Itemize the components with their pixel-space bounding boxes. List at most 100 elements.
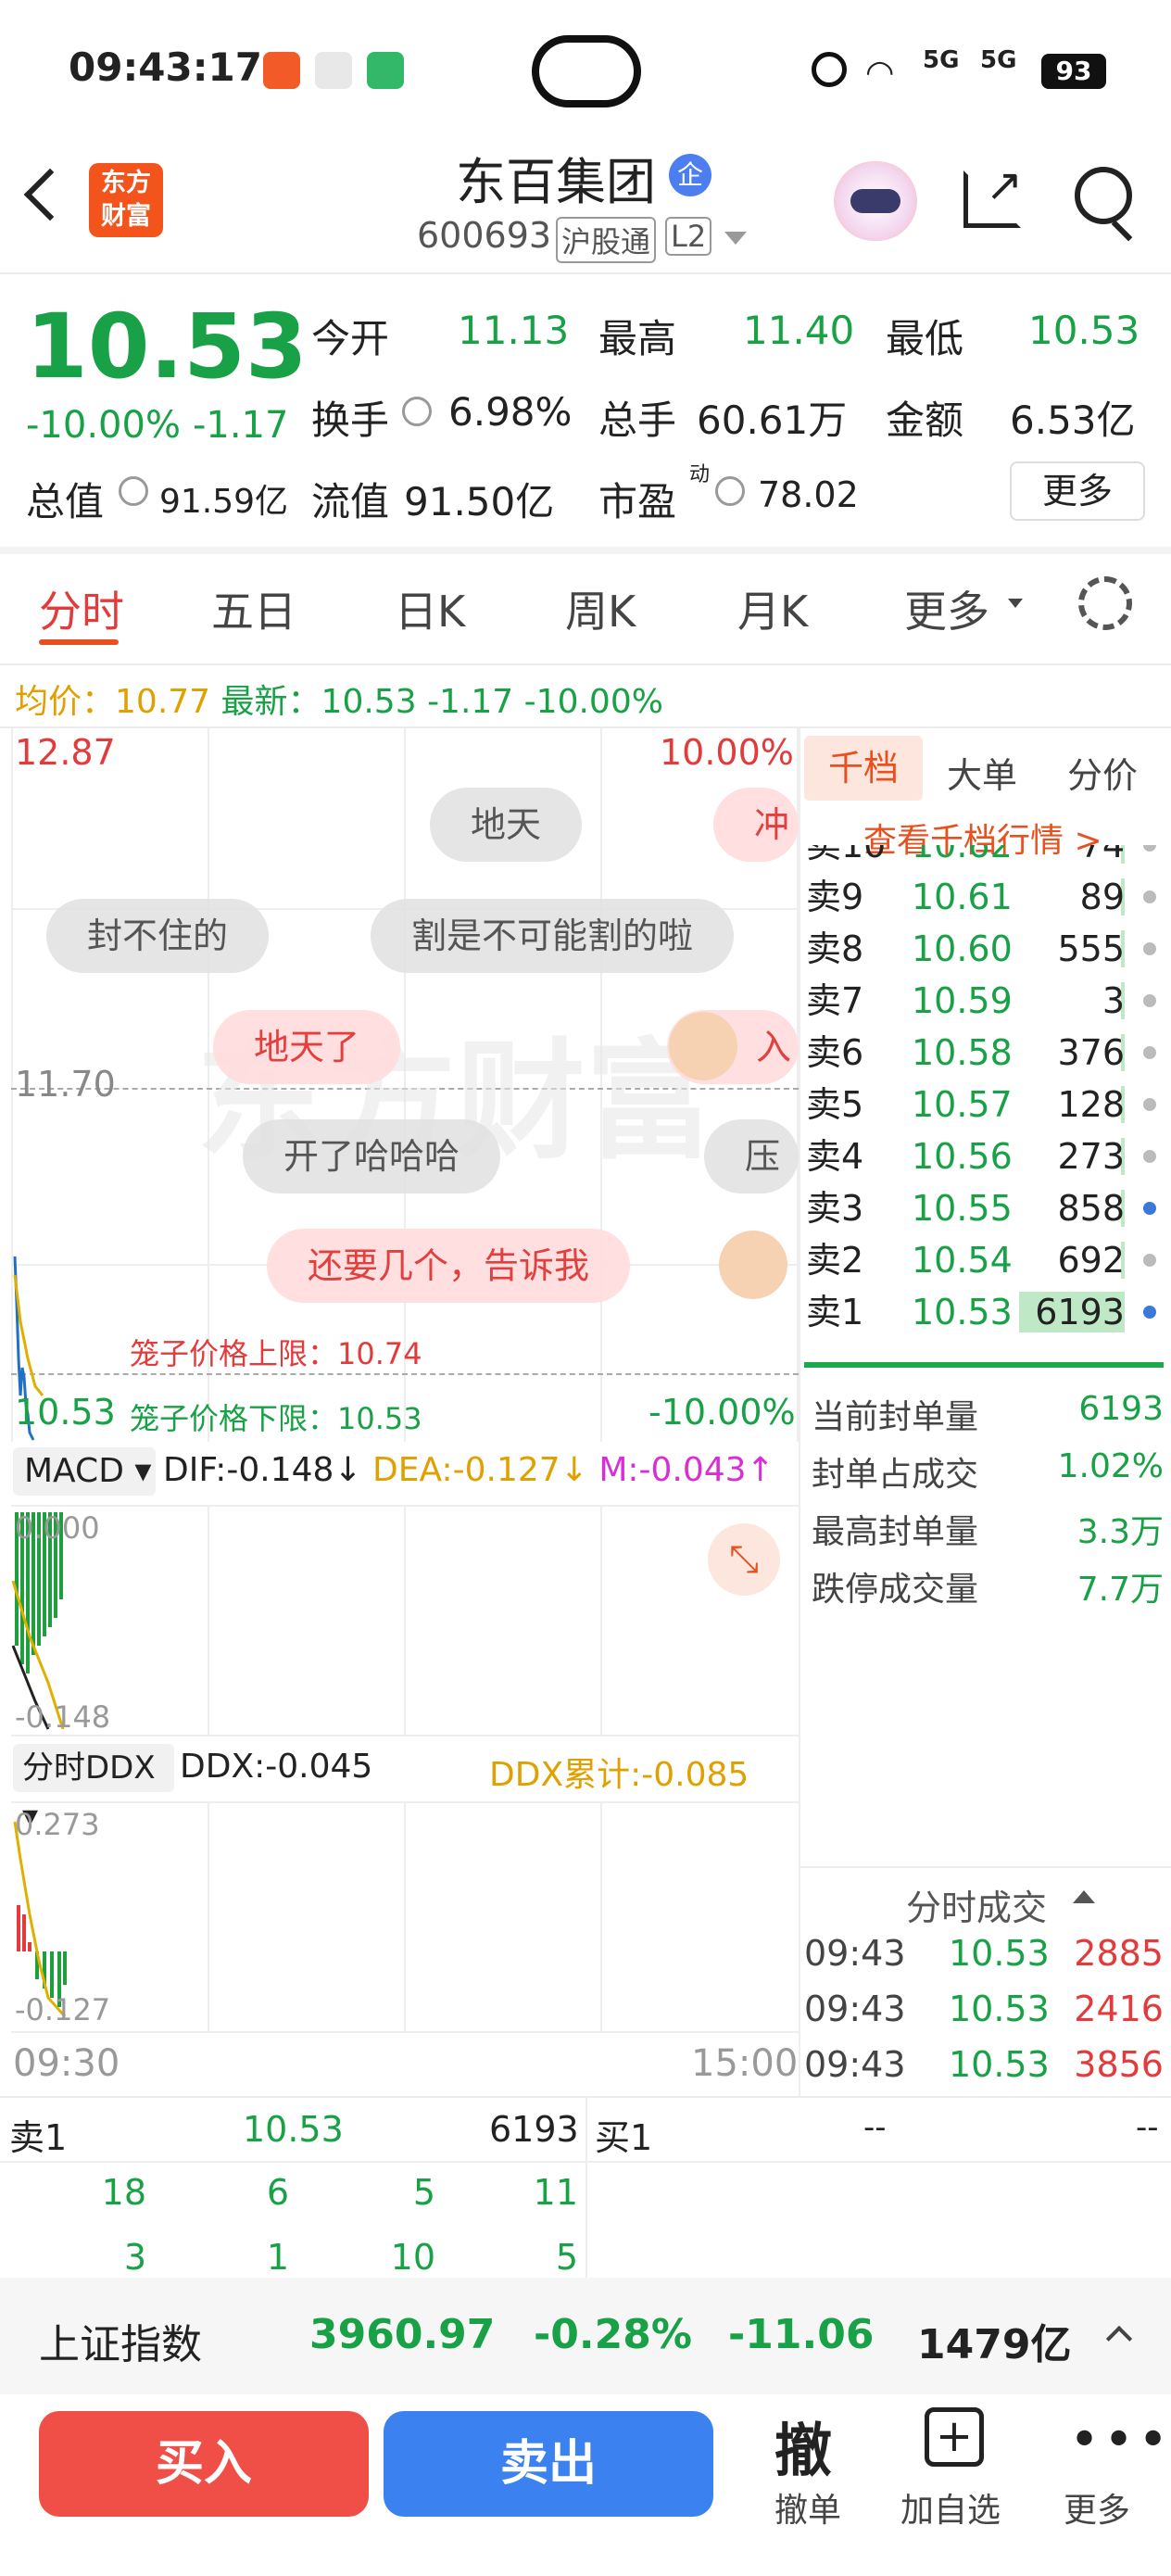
comment-bubble[interactable]: 封不住的 <box>46 899 270 973</box>
comment-bubble[interactable]: 地天了 <box>213 1010 401 1084</box>
sell-level-label: 卖2 <box>806 1240 864 1281</box>
buy-button[interactable]: 买入 <box>39 2411 369 2517</box>
add-watchlist-icon[interactable]: + <box>925 2407 984 2467</box>
sell-order-row[interactable]: 卖10 10.62 74 <box>804 845 1171 871</box>
sell-order-row[interactable]: 卖1 10.53 6193 <box>804 1286 1171 1338</box>
tick-volume: 2416 <box>1074 1989 1164 2029</box>
cancel-order-icon[interactable]: 撤 <box>774 2404 832 2487</box>
stat-volume-value: 60.61万 <box>697 398 848 443</box>
seal-stat-row: 最高封单量 3.3万 <box>812 1505 1164 1562</box>
current-price: 10.53 <box>26 295 308 398</box>
sell-price: 10.55 <box>912 1188 1013 1229</box>
queue-sell-price: 10.53 <box>243 2109 344 2150</box>
info-icon[interactable] <box>715 476 745 506</box>
sell-volume: 128 <box>1057 1084 1125 1125</box>
sell-level-label: 卖5 <box>806 1084 864 1125</box>
stat-low-label: 最低 <box>886 316 964 361</box>
sell-order-row[interactable]: 卖3 10.55 858 <box>804 1182 1171 1234</box>
tick-row: 09:43 10.53 2416 <box>804 1989 1164 2044</box>
change-percent: -10.00% <box>26 404 181 447</box>
tab-weekly-k[interactable]: 周K <box>565 578 636 639</box>
sell-order-row[interactable]: 卖2 10.54 692 <box>804 1234 1171 1286</box>
sell-level-label: 卖9 <box>806 877 864 917</box>
sell-volume: 6193 <box>1035 1292 1125 1332</box>
comment-bubble[interactable]: 地天 <box>430 788 583 862</box>
queue-cell: 18 <box>101 2172 146 2213</box>
share-arrow-icon: ↗ <box>986 159 1024 211</box>
cancel-order-label[interactable]: 撤单 <box>774 2483 841 2532</box>
back-icon[interactable] <box>23 168 77 221</box>
ddx-bottom-label: -0.127 <box>15 1992 111 2027</box>
comment-bubble[interactable]: 割是不可能割的啦 <box>371 899 735 973</box>
index-pct: -0.28% <box>534 2311 692 2358</box>
sort-up-icon <box>1073 1890 1095 1903</box>
order-dot-icon <box>1143 845 1156 852</box>
comment-bubble[interactable]: 压 <box>704 1119 799 1193</box>
comment-bubble[interactable]: 还要几个，告诉我 <box>267 1229 631 1303</box>
sell-order-row[interactable]: 卖5 10.57 128 <box>804 1079 1171 1130</box>
macd-selector[interactable]: MACD ▾ <box>13 1447 156 1496</box>
sell-order-row[interactable]: 卖8 10.60 555 <box>804 923 1171 975</box>
sell-level-label: 卖3 <box>806 1188 864 1229</box>
add-watchlist-label[interactable]: 加自选 <box>900 2483 1001 2532</box>
ddx-top-label: 0.273 <box>15 1807 100 1842</box>
sell-order-row[interactable]: 卖9 10.61 89 <box>804 871 1171 923</box>
sell-order-row[interactable]: 卖7 10.59 3 <box>804 975 1171 1027</box>
stat-pe-sup: 动 <box>689 463 711 486</box>
tick-list: 09:43 10.53 2885 09:43 10.53 2416 09:43 10.53 38… <box>804 1933 1171 2100</box>
orderbook-tab-thousand[interactable]: 千档 <box>804 736 923 801</box>
queue-cell: 5 <box>555 2237 578 2278</box>
orderbook-tab-bigorder[interactable]: 大单 <box>947 747 1017 798</box>
seal-stat-row: 跌停成交量 7.7万 <box>812 1562 1164 1620</box>
seal-stat-value: 7.7万 <box>1077 1571 1164 1609</box>
tick-time: 09:43 <box>804 1933 906 1974</box>
more-stats-button[interactable]: 更多 <box>1010 461 1145 521</box>
ticks-title[interactable]: 分时成交 <box>906 1879 1047 1930</box>
battery-icon: 93 <box>1041 54 1106 89</box>
stat-float-value: 91.50亿 <box>404 479 555 524</box>
sell-order-row[interactable]: 卖4 10.56 273 <box>804 1130 1171 1182</box>
comment-bubble[interactable]: 冲 <box>713 788 799 862</box>
info-icon[interactable] <box>402 397 432 426</box>
ddx-selector[interactable]: 分时DDX ▾ <box>13 1744 174 1835</box>
seal-stats: 当前封单量 6193 封单占成交 1.02% 最高封单量 3.3万 跌停成交量 7.7万 <box>812 1390 1164 1622</box>
info-icon[interactable] <box>119 476 148 506</box>
more-dots-icon[interactable]: ••• <box>1069 2415 1171 2467</box>
tick-row: 09:43 10.53 2885 <box>804 1933 1164 1989</box>
stat-pe-value: 78.02 <box>758 474 859 515</box>
robot-assistant-icon[interactable] <box>834 161 917 241</box>
sell-price: 10.62 <box>912 845 1013 865</box>
stat-float-label: 流值 <box>311 479 390 524</box>
expand-icon[interactable]: ⤡ <box>708 1523 780 1596</box>
cage-lower-label: 笼子价格下限：10.53 <box>130 1401 422 1436</box>
settings-icon[interactable] <box>1078 576 1132 630</box>
search-icon[interactable] <box>1075 167 1132 224</box>
alarm-icon <box>812 52 847 87</box>
sell-button[interactable]: 卖出 <box>384 2411 713 2517</box>
stat-amount-value: 6.53亿 <box>1010 398 1136 443</box>
queue-cell: 1 <box>266 2237 289 2278</box>
order-dot-icon <box>1143 1306 1156 1319</box>
macd-chart <box>11 1505 799 1736</box>
y-axis-bottom-label: 10.53 <box>15 1392 116 1433</box>
orderbook-tab-byprice[interactable]: 分价 <box>1067 747 1138 798</box>
sell-order-row[interactable]: 卖6 10.58 376 <box>804 1027 1171 1079</box>
tab-active-indicator <box>39 639 119 645</box>
tab-daily-k[interactable]: 日K <box>395 578 465 639</box>
tab-more-dropdown-icon <box>1008 599 1023 608</box>
sell-price: 10.56 <box>912 1136 1013 1177</box>
dropdown-icon[interactable] <box>724 232 747 245</box>
tab-five-day[interactable]: 五日 <box>211 578 296 639</box>
sell-price: 10.59 <box>912 980 1013 1021</box>
seal-stat-row: 封单占成交 1.02% <box>812 1447 1164 1505</box>
enterprise-badge-icon: 企 <box>669 154 711 196</box>
seal-stat-label: 当前封单量 <box>812 1398 979 1436</box>
more-label[interactable]: 更多 <box>1064 2483 1130 2532</box>
tab-monthly-k[interactable]: 月K <box>737 578 808 639</box>
tab-more[interactable]: 更多 <box>904 578 989 639</box>
sell-volume: 858 <box>1057 1188 1125 1229</box>
tab-intraday[interactable]: 分时 <box>39 578 124 639</box>
comment-bubble[interactable]: 开了哈哈哈 <box>243 1119 501 1193</box>
sell-level-label: 卖4 <box>806 1136 864 1177</box>
level2-tag[interactable]: L2 <box>665 217 712 256</box>
